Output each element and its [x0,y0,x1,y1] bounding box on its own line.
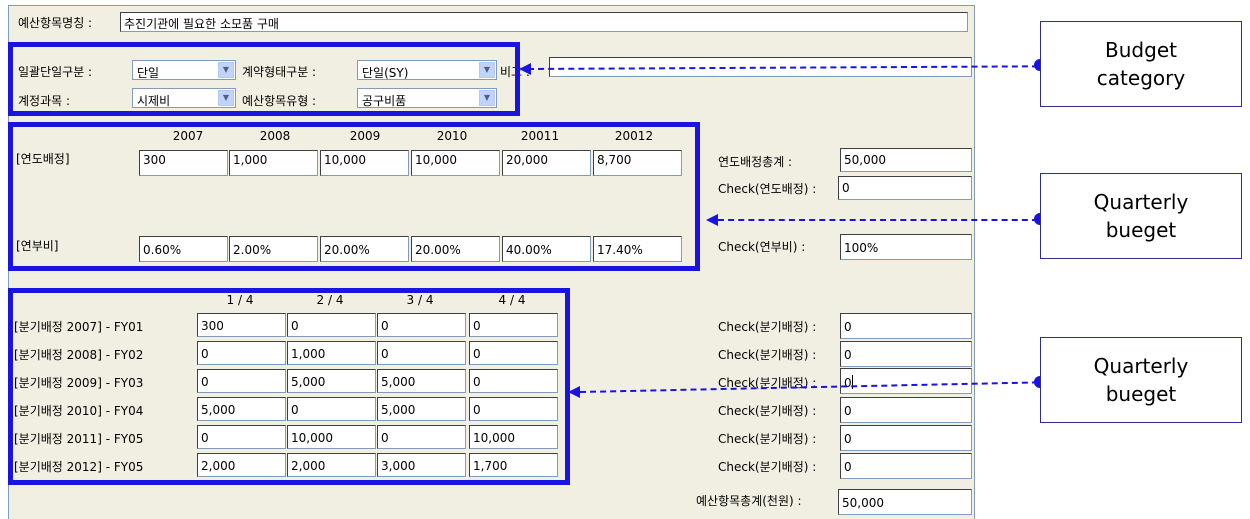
check-quarter-label: Check(분기배정) : [718,460,817,474]
callout-text: Quarterly [1093,190,1189,214]
callout-text: Budget [1105,38,1177,62]
callout-text: bueget [1105,382,1177,406]
check-yearly-alloc-field[interactable]: 0 [838,176,972,200]
yearly-total-field[interactable]: 50,000 [840,148,972,172]
check-quarter-value: 0 [844,376,852,390]
check-quarter-field[interactable]: 0 [840,425,972,451]
budget-item-name-label: 예산항목명칭 : [18,16,93,30]
check-yearly-rate-label: Check(연부비) : [718,240,806,254]
yearly-budget-highlight [8,122,700,271]
callout-text: category [1096,66,1186,90]
arrowhead-icon [568,386,580,398]
check-quarter-label: Check(분기배정) : [718,432,817,446]
check-quarter-field[interactable]: 0 [840,368,972,394]
arrowhead-icon [519,63,531,75]
quarterly-budget-highlight [8,288,570,485]
check-yearly-alloc-label: Check(연도배정) : [718,182,817,196]
callout-connector [718,219,1038,221]
quarterly-budget-callout: Quarterly bueget [1040,337,1242,423]
check-quarter-field[interactable]: 0 [840,453,972,479]
check-quarter-label: Check(분기배정) : [718,404,817,418]
quarterly-budget-callout: Quarterly bueget [1040,173,1242,259]
yearly-total-label: 연도배정총계 : [718,155,793,169]
check-quarter-field[interactable]: 0 [840,397,972,423]
check-quarter-field[interactable]: 0 [840,341,972,367]
arrowhead-icon [706,214,718,226]
budget-total-field[interactable]: 50,000 [838,489,972,515]
budget-category-callout: Budget category [1040,21,1242,107]
check-quarter-label: Check(분기배정) : [718,320,817,334]
budget-total-label: 예산항목총계(천원) : [696,494,802,508]
budget-category-highlight [8,42,520,116]
budget-item-name-field[interactable]: 추진기관에 필요한 소모품 구매 [120,12,968,32]
check-quarter-field[interactable]: 0 [840,313,972,339]
callout-text: Quarterly [1093,354,1189,378]
check-yearly-rate-field[interactable]: 100% [840,234,972,260]
callout-text: bueget [1105,218,1177,242]
check-quarter-label: Check(분기배정) : [718,348,817,362]
